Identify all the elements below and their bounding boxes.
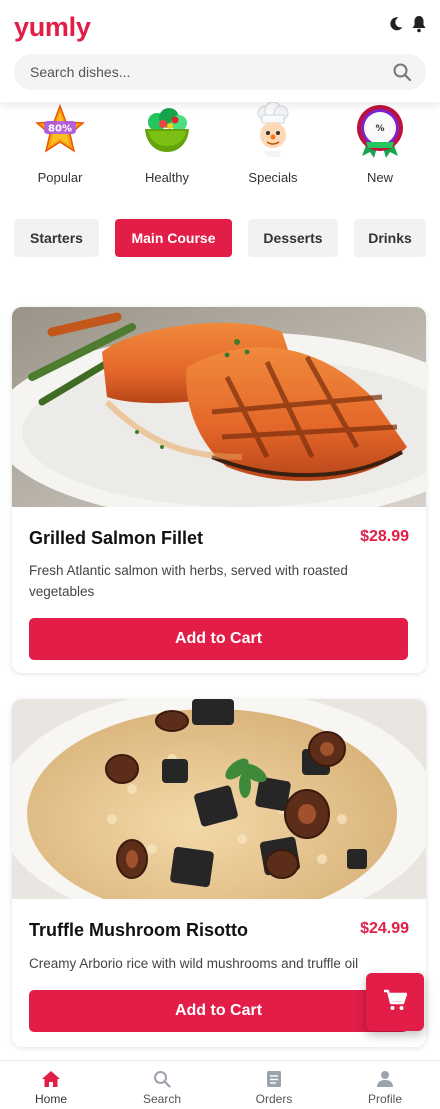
category-new[interactable]: % New bbox=[340, 102, 420, 194]
nav-home[interactable]: Home bbox=[0, 1061, 106, 1109]
chef-icon bbox=[245, 101, 301, 158]
add-to-cart-button[interactable]: Add to Cart bbox=[29, 990, 408, 1032]
nav-label: Search bbox=[142, 1092, 182, 1106]
search-input[interactable] bbox=[30, 54, 380, 90]
cart-icon bbox=[383, 989, 408, 1016]
bell-icon[interactable] bbox=[409, 14, 429, 34]
dish-description: Fresh Atlantic salmon with herbs, served… bbox=[29, 563, 348, 599]
dish-name: Truffle Mushroom Risotto bbox=[29, 920, 248, 940]
dish-card: Grilled Salmon Fillet $28.99 Fresh Atlan… bbox=[12, 307, 426, 673]
nav-orders[interactable]: Orders bbox=[219, 1061, 329, 1109]
category-tabs: Starters Main Course Desserts Drinks bbox=[0, 219, 440, 257]
bottom-nav: Home Search Orders Profile bbox=[0, 1060, 440, 1109]
dish-image-risotto bbox=[12, 699, 426, 929]
dish-name: Grilled Salmon Fillet bbox=[29, 528, 204, 548]
category-label: Healthy bbox=[144, 170, 190, 185]
popular-badge-text: 80% bbox=[48, 124, 72, 135]
nav-profile[interactable]: Profile bbox=[330, 1061, 440, 1109]
dish-description: Creamy Arborio rice with wild mushrooms … bbox=[29, 956, 359, 971]
category-label: New bbox=[366, 170, 393, 185]
orders-icon bbox=[264, 1069, 284, 1089]
app-logo[interactable]: yumly bbox=[14, 12, 91, 43]
category-label: Popular bbox=[37, 170, 83, 185]
app-header: yumly bbox=[0, 0, 440, 102]
salad-bowl-icon bbox=[139, 102, 195, 158]
dish-image-salmon bbox=[12, 307, 426, 522]
add-to-cart-button[interactable]: Add to Cart bbox=[29, 618, 408, 660]
star-badge-icon: 80% bbox=[32, 102, 88, 158]
category-healthy[interactable]: Healthy bbox=[127, 102, 207, 194]
tab-desserts[interactable]: Desserts bbox=[248, 219, 338, 257]
nav-search[interactable]: Search bbox=[107, 1061, 217, 1109]
category-specials[interactable]: Specials bbox=[233, 101, 313, 194]
category-popular[interactable]: 80% Popular bbox=[20, 102, 100, 194]
nav-label: Orders bbox=[255, 1092, 293, 1106]
category-row: 80% Popular Healthy Specials % New bbox=[0, 101, 440, 198]
new-ribbon-icon: % bbox=[352, 102, 408, 158]
user-icon bbox=[375, 1069, 395, 1089]
tab-main-course[interactable]: Main Course bbox=[115, 219, 232, 257]
moon-icon[interactable] bbox=[386, 14, 406, 34]
dish-price: $24.99 bbox=[360, 920, 409, 937]
category-label: Specials bbox=[248, 170, 298, 185]
floating-cart-button[interactable] bbox=[366, 973, 424, 1031]
tab-starters[interactable]: Starters bbox=[14, 219, 99, 257]
search-bar bbox=[14, 54, 426, 90]
new-badge-text: % bbox=[375, 124, 384, 134]
dish-price: $28.99 bbox=[360, 528, 409, 545]
home-icon bbox=[41, 1069, 61, 1089]
dish-card: Truffle Mushroom Risotto $24.99 Creamy A… bbox=[12, 699, 426, 1047]
nav-label: Profile bbox=[367, 1092, 402, 1106]
search-icon[interactable] bbox=[392, 62, 412, 82]
nav-label: Home bbox=[34, 1092, 67, 1106]
tab-drinks[interactable]: Drinks bbox=[354, 219, 426, 257]
search-icon bbox=[152, 1069, 172, 1089]
